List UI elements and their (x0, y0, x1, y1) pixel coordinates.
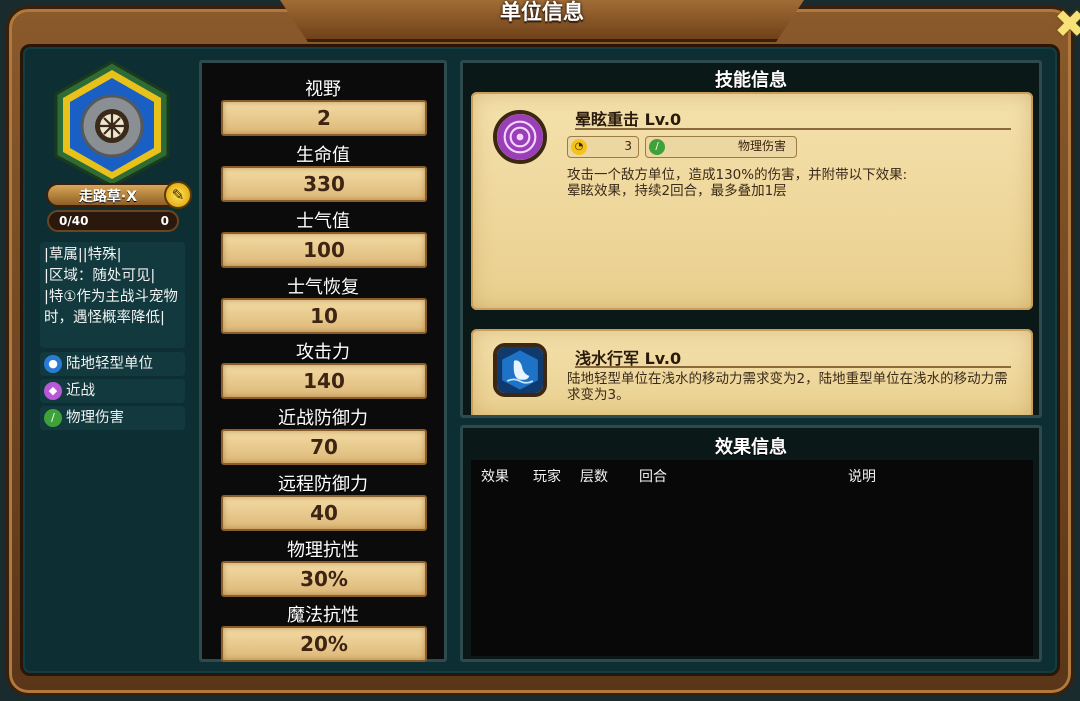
stat-value: 10 (221, 298, 427, 334)
stat-label: 魔法抗性 (287, 605, 359, 626)
tag-label: 陆地轻型单位 (66, 356, 153, 372)
column-header: 效果 (481, 469, 509, 485)
sword-icon: / (649, 139, 665, 155)
stat-label: 生命值 (296, 145, 350, 166)
damage-type-chip: / 物理伤害 (645, 136, 797, 158)
unit-name-bar: 走路草·X ✎ (46, 181, 192, 209)
close-icon[interactable]: ✖ (1054, 4, 1080, 44)
divider (575, 366, 1011, 368)
cooldown-chip: ◔ 3 (567, 136, 639, 158)
stat-label: 视野 (305, 79, 341, 100)
column-header: 回合 (639, 469, 667, 485)
column-header: 玩家 (533, 469, 561, 485)
stat-value: 140 (221, 363, 427, 399)
skills-panel-title: 技能信息 (715, 70, 787, 91)
cooldown-value: 3 (624, 139, 632, 153)
edit-pencil-icon[interactable]: ✎ (164, 181, 192, 209)
stat-value: 2 (221, 100, 427, 136)
skill-name: 晕眩重击 Lv.0 (575, 110, 682, 129)
stat-value: 40 (221, 495, 427, 531)
stat-value: 330 (221, 166, 427, 202)
stun-swirl-icon (493, 110, 547, 164)
unit-name: 走路草·X (78, 189, 138, 205)
stat-label: 远程防御力 (278, 474, 368, 495)
skills-panel[interactable]: 技能信息 晕眩重击 Lv.0 ◔ 3 / 物理伤害 攻击一个敌方单位，造成130… (460, 60, 1042, 418)
column-header: 层数 (580, 469, 608, 485)
exp-text: 0/40 (59, 214, 89, 228)
skill-card[interactable]: 晕眩重击 Lv.0 ◔ 3 / 物理伤害 攻击一个敌方单位，造成130%的伤害，… (471, 92, 1033, 310)
column-header: 说明 (848, 469, 876, 485)
stat-label: 攻击力 (296, 342, 350, 363)
effects-panel-title: 效果信息 (715, 437, 787, 458)
damage-type: 物理伤害 (737, 139, 786, 153)
tag-land-light: ● 陆地轻型单位 (40, 352, 185, 376)
clock-icon: ◔ (571, 139, 587, 155)
water-foot-icon (493, 343, 547, 397)
person-icon: ● (44, 355, 62, 373)
unit-description: |草属||特殊| |区域：随处可见| |特①作为主战斗宠物时，遇怪概率降低| (40, 242, 185, 348)
stat-label: 物理抗性 (287, 540, 359, 561)
tag-melee: ◆ 近战 (40, 379, 185, 403)
stat-value: 30% (221, 561, 427, 597)
skill-card[interactable]: 浅水行军 Lv.0 陆地轻型单位在浅水的移动力需求变为2，陆地重型单位在浅水的移… (471, 329, 1033, 415)
skill-description: 攻击一个敌方单位，造成130%的伤害，并附带以下效果: 晕眩效果，持续2回合，最… (567, 167, 908, 199)
stat-value: 70 (221, 429, 427, 465)
stat-label: 近战防御力 (278, 408, 368, 429)
stat-label: 士气值 (296, 211, 350, 232)
melee-icon: ◆ (44, 382, 62, 400)
stat-value: 20% (221, 626, 427, 662)
stats-panel: 视野 2 生命值 330 士气值 100 士气恢复 10 攻击力 140 近战防… (199, 60, 447, 662)
unit-portrait (54, 60, 170, 188)
tag-label: 近战 (66, 383, 95, 399)
tag-physical: / 物理伤害 (40, 406, 185, 430)
tag-label: 物理伤害 (66, 410, 124, 426)
skill-description: 陆地轻型单位在浅水的移动力需求变为2，陆地重型单位在浅水的移动力需求变为3。 (567, 371, 1008, 403)
exp-bar: 0/40 0 (47, 210, 179, 232)
sword-icon: / (44, 409, 62, 427)
divider (575, 128, 1011, 130)
unit-level: 0 (160, 214, 169, 228)
effects-panel: 效果信息 效果 玩家 层数 回合 说明 (460, 425, 1042, 662)
stat-value: 100 (221, 232, 427, 268)
window-title: 单位信息 (500, 0, 584, 24)
stat-label: 士气恢复 (287, 277, 359, 298)
effects-table: 效果 玩家 层数 回合 说明 (471, 460, 1033, 656)
